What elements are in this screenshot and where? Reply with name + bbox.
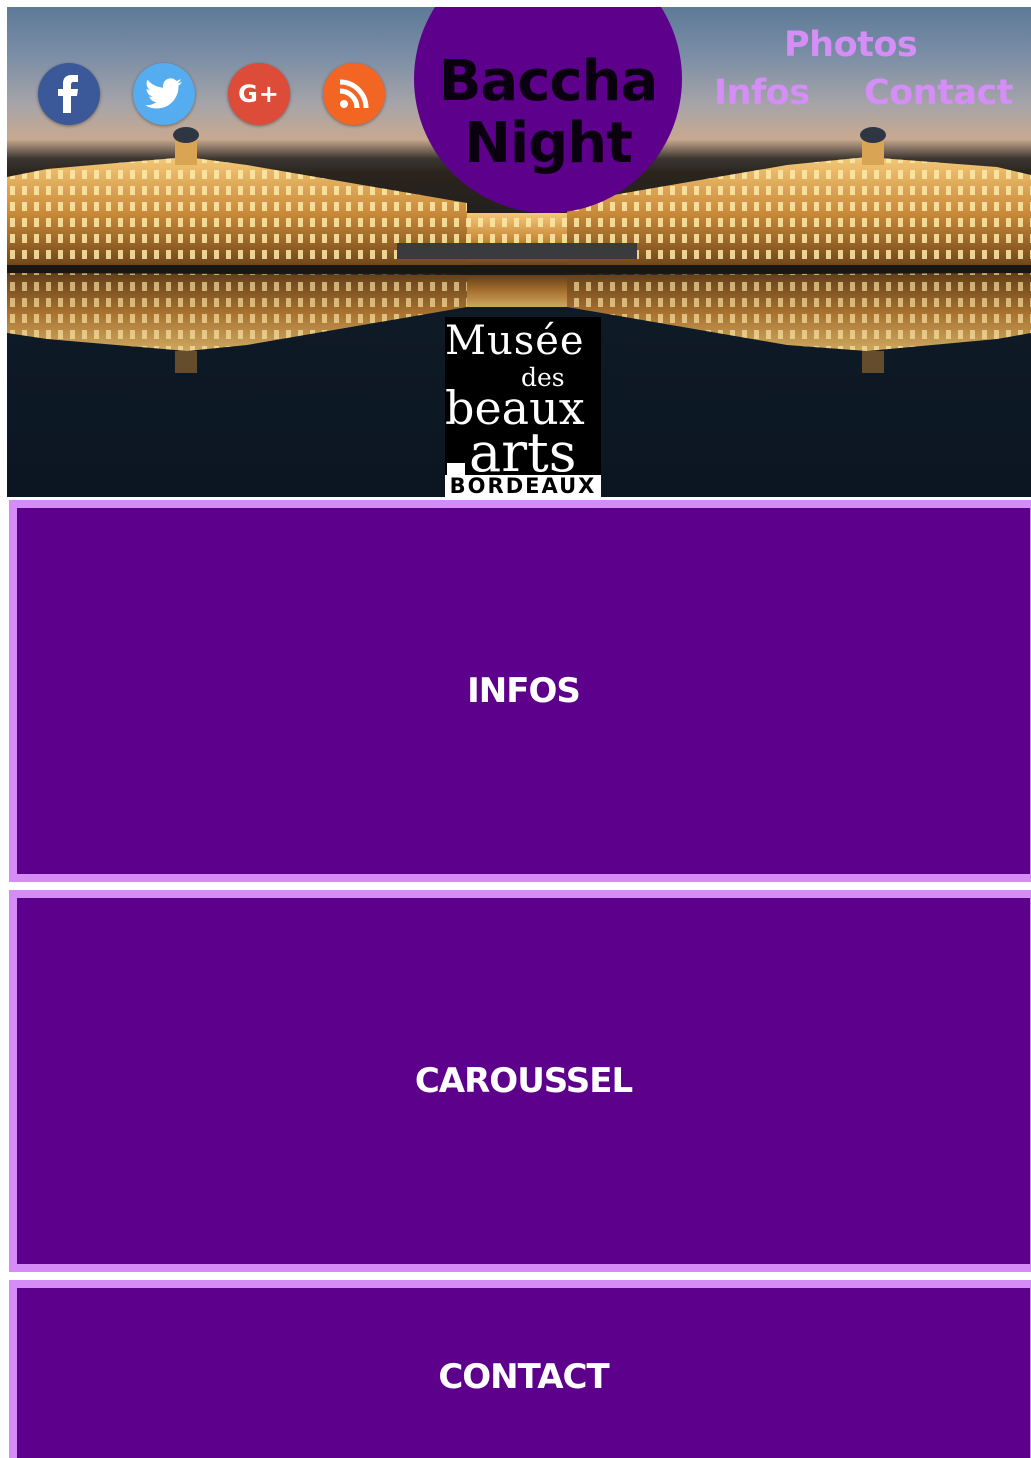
contact-section-button[interactable]: CONTACT — [9, 1280, 1031, 1458]
museum-logo-city: BORDEAUX — [445, 475, 601, 497]
page: G+ Baccha Night Photos Infos Contact Mus… — [0, 0, 1031, 1458]
museum-logo: Musée des beaux arts BORDEAUX — [445, 317, 601, 497]
brand-title-line1: Baccha — [438, 49, 659, 114]
google-plus-icon[interactable]: G+ — [228, 63, 290, 125]
museum-logo-musee: Musée — [445, 318, 585, 364]
twitter-icon[interactable] — [133, 63, 195, 125]
nav-photos-link[interactable]: Photos — [784, 25, 918, 65]
museum-logo-arts: arts — [469, 421, 577, 484]
nav-infos-link[interactable]: Infos — [714, 73, 810, 113]
carousel-section-label: CAROUSSEL — [414, 1061, 633, 1101]
infos-section-button[interactable]: INFOS — [9, 500, 1031, 882]
nav-contact-link[interactable]: Contact — [864, 73, 1013, 113]
infos-section-label: INFOS — [467, 671, 581, 711]
carousel-section-button[interactable]: CAROUSSEL — [9, 890, 1031, 1272]
contact-section-label: CONTACT — [438, 1357, 609, 1397]
hero-banner: G+ Baccha Night Photos Infos Contact Mus… — [7, 7, 1031, 497]
rss-icon[interactable] — [323, 63, 385, 125]
brand-title-line2: Night — [464, 111, 633, 176]
facebook-icon[interactable] — [38, 63, 100, 125]
